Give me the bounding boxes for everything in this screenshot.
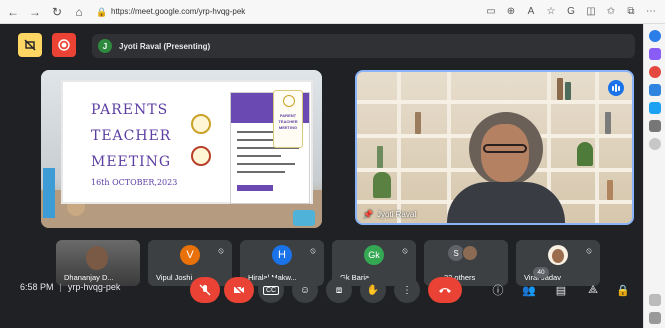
- mic-off-icon: ⦸: [310, 246, 316, 255]
- participant-count-badge: 40: [533, 267, 549, 278]
- add-icon[interactable]: [649, 138, 661, 150]
- mic-off-icon: [199, 284, 211, 296]
- browser-toolbar: ← → ↻ ⌂ 🔒 https://meet.google.com/yrp-hv…: [0, 0, 665, 24]
- camera-toggle-button[interactable]: [224, 277, 254, 303]
- sidebar-app-icon[interactable]: [649, 48, 661, 60]
- participant-avatar: [462, 245, 478, 261]
- plant: [373, 172, 391, 198]
- record-button[interactable]: [52, 33, 76, 57]
- url-text: https://meet.google.com/yrp-hvqg-pek: [111, 7, 246, 16]
- mic-off-icon: ⦸: [586, 246, 592, 255]
- presenting-label: Jyoti Raval (Presenting): [119, 41, 211, 51]
- camera-indicator-icon[interactable]: ▭: [483, 4, 499, 20]
- back-icon[interactable]: ←: [4, 3, 22, 21]
- sidebar-app-icon[interactable]: [649, 66, 661, 78]
- raise-hand-icon: ✋: [366, 284, 380, 296]
- home-icon[interactable]: ⌂: [70, 3, 88, 21]
- info-icon: ⓘ: [492, 285, 504, 297]
- present-icon: ⧈: [335, 284, 343, 296]
- participant-avatar: Gk: [364, 245, 384, 265]
- host-controls-button[interactable]: 🔒: [612, 279, 634, 301]
- participant-avatar: [548, 245, 568, 265]
- refresh-icon[interactable]: ↻: [48, 3, 66, 21]
- mic-off-icon: ⦸: [218, 246, 224, 255]
- meeting-code: yrp-hvqg-pek: [67, 282, 121, 292]
- search-icon[interactable]: [649, 30, 661, 42]
- participant-avatar: V: [180, 245, 200, 265]
- sidebar-app-icon[interactable]: [649, 120, 661, 132]
- meeting-time: 6:58 PM: [20, 282, 54, 292]
- speaking-indicator-icon: [608, 80, 624, 96]
- host-controls-icon: 🔒: [616, 284, 630, 297]
- sidebar-app-icon[interactable]: [649, 84, 661, 96]
- plant: [577, 142, 593, 166]
- school-logo-1: [191, 114, 211, 134]
- slide-title-line3: MEETING: [91, 154, 172, 170]
- separator: |: [59, 282, 62, 292]
- emoji-icon: ☺: [299, 284, 311, 296]
- slide-date: 16th OCTOBER,2023: [91, 178, 178, 187]
- leave-call-button[interactable]: [428, 277, 462, 303]
- reactions-button[interactable]: ☺: [292, 277, 318, 303]
- sidebar-app-icon[interactable]: [649, 102, 661, 114]
- slide-title-line2: TEACHER: [91, 128, 172, 144]
- captions-button[interactable]: CC: [258, 277, 284, 303]
- browser-sidebar: [643, 24, 665, 328]
- pin-toggle-button[interactable]: [18, 33, 42, 57]
- mini-poster: PARENT TEACHER MEETING: [273, 90, 303, 148]
- forward-icon[interactable]: →: [26, 3, 44, 21]
- meeting-info-button[interactable]: ⓘ: [487, 279, 509, 301]
- collections-icon[interactable]: ⧉: [623, 4, 639, 20]
- video-name-tag: 📌 Jyoti Raval: [363, 210, 416, 219]
- more-icon: ⋮: [402, 284, 412, 296]
- people-button[interactable]: 👥: [518, 279, 540, 301]
- camera-off-icon: [233, 284, 245, 296]
- presentation-tile[interactable]: PARENTS TEACHER MEETING 16th OCTOBER,202…: [41, 70, 322, 228]
- people-icon: 👥: [522, 284, 536, 297]
- zoom-icon[interactable]: ⊕: [503, 4, 519, 20]
- menu-icon[interactable]: ⋯: [643, 4, 659, 20]
- record-icon: [58, 39, 70, 51]
- poster-line3: MEETING: [278, 125, 298, 130]
- poster-line2: TEACHER: [278, 119, 298, 124]
- poster-logo: [283, 95, 295, 107]
- favorite-icon[interactable]: ☆: [543, 4, 559, 20]
- captions-icon: CC: [262, 285, 280, 295]
- split-screen-icon[interactable]: ◫: [583, 4, 599, 20]
- address-bar[interactable]: 🔒 https://meet.google.com/yrp-hvqg-pek: [96, 3, 396, 20]
- pin-icon: 📌: [363, 210, 373, 219]
- extension-icon[interactable]: G: [563, 4, 579, 20]
- decor-cup: [293, 210, 315, 226]
- more-options-button[interactable]: ⋮: [394, 277, 420, 303]
- read-aloud-icon[interactable]: A: [523, 4, 539, 20]
- school-logo-2: [191, 146, 211, 166]
- activities-icon: ⟁: [588, 283, 598, 296]
- favorites-bar-icon[interactable]: ✩: [603, 4, 619, 20]
- split-icon[interactable]: [649, 294, 661, 306]
- video-name: Jyoti Raval: [376, 210, 417, 219]
- pin-off-icon: [24, 39, 36, 51]
- person-body: [447, 182, 565, 223]
- presenter-video-tile[interactable]: 📌 Jyoti Raval: [355, 70, 634, 225]
- slide-title-line1: PARENTS: [91, 102, 169, 118]
- activities-button[interactable]: ⟁: [582, 279, 604, 301]
- decor-book: [43, 168, 55, 218]
- present-button[interactable]: ⧈: [326, 277, 352, 303]
- lock-icon: 🔒: [96, 6, 108, 17]
- chat-icon: ▤: [555, 284, 567, 297]
- poster-line1: PARENT: [279, 113, 297, 118]
- chat-button[interactable]: ▤: [550, 279, 572, 301]
- participant-avatar: H: [272, 245, 292, 265]
- mic-toggle-button[interactable]: [190, 277, 220, 303]
- settings-icon[interactable]: [649, 312, 661, 324]
- end-call-icon: [439, 288, 451, 293]
- raise-hand-button[interactable]: ✋: [360, 277, 386, 303]
- presenting-bar[interactable]: J Jyoti Raval (Presenting): [92, 34, 635, 58]
- mic-off-icon: ⦸: [402, 246, 408, 255]
- presenter-avatar: J: [98, 39, 112, 53]
